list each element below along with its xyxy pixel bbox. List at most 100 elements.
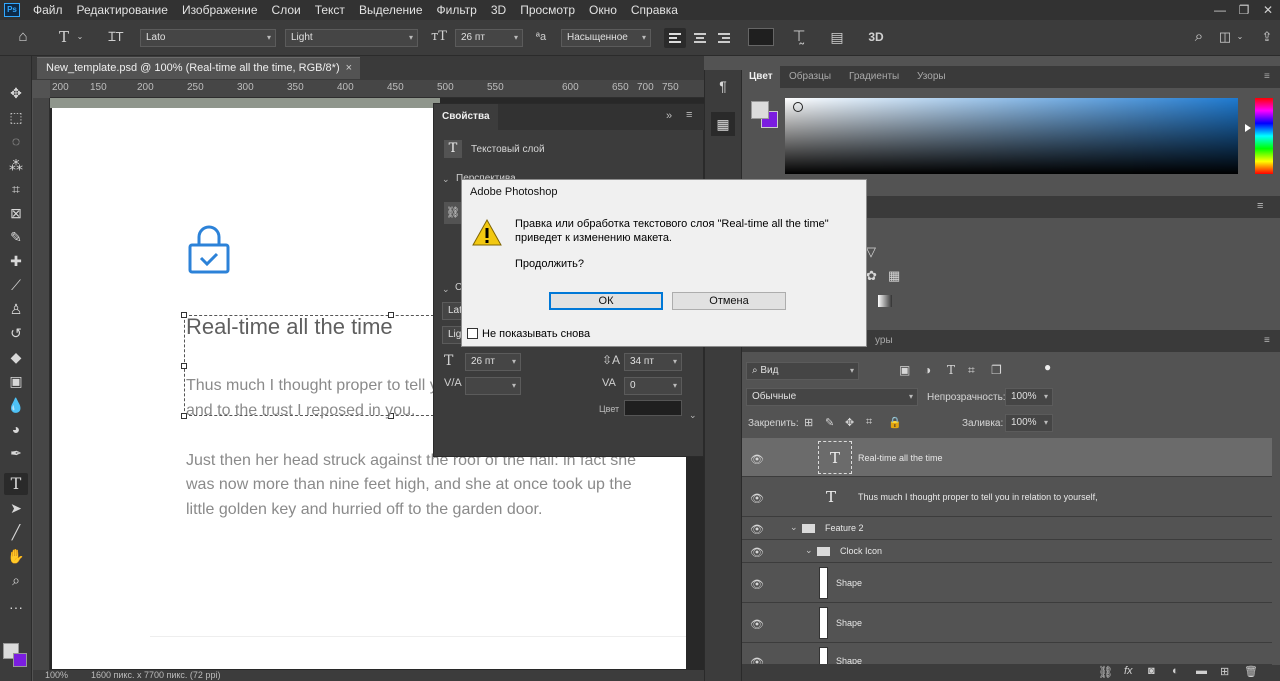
ok-button[interactable]: ОК	[549, 292, 663, 310]
font-size-select[interactable]: 26 пт ▾	[455, 29, 523, 47]
char-section-toggle-icon[interactable]: ⌄	[442, 284, 450, 295]
blend-mode-select[interactable]: Обычные ▾	[746, 388, 918, 406]
cancel-button[interactable]: Отмена	[672, 292, 786, 310]
layer-group-row[interactable]: 👁 ⌄ Clock Icon	[742, 541, 1272, 563]
restore-button[interactable]: ❐	[1232, 0, 1256, 20]
lock-paint-icon[interactable]: ✎	[825, 416, 834, 429]
tab-close-icon[interactable]: ×	[346, 58, 352, 78]
healing-brush-icon[interactable]: ✚	[4, 250, 28, 272]
filter-toggle-icon[interactable]: ●	[1044, 360, 1051, 374]
warp-text-icon[interactable]: ⊤̰	[790, 28, 808, 46]
link-icon[interactable]: ⛓	[444, 202, 462, 224]
menu-help[interactable]: Справка	[624, 0, 685, 20]
gradient-tool-icon[interactable]: ▣	[4, 370, 28, 392]
workspace-icon[interactable]: ◫	[1216, 28, 1234, 46]
fg-color-chip[interactable]	[751, 101, 769, 119]
scroll-down-icon[interactable]: ⌄	[689, 410, 697, 421]
visibility-eye-icon[interactable]: 👁	[750, 618, 764, 631]
antialias-select[interactable]: Насыщенное ▾	[561, 29, 651, 47]
lock-move-icon[interactable]: ✥	[845, 416, 854, 429]
align-right-button[interactable]	[714, 28, 734, 48]
align-center-button[interactable]	[690, 28, 710, 48]
stamp-tool-icon[interactable]: ♙	[4, 298, 28, 320]
heading-text[interactable]: Real-time all the time	[186, 312, 393, 342]
visibility-eye-icon[interactable]: 👁	[750, 656, 764, 664]
history-brush-icon[interactable]: ↺	[4, 322, 28, 344]
leading-field[interactable]: 34 пт ▾	[624, 353, 682, 371]
delete-layer-icon[interactable]: 🗑	[1244, 665, 1258, 678]
layer-name[interactable]: Thus much I thought proper to tell you i…	[858, 492, 1098, 502]
dodge-tool-icon[interactable]: ◕	[4, 418, 28, 440]
opacity-field[interactable]: 100% ▾	[1005, 388, 1053, 406]
filter-text-icon[interactable]: T	[947, 363, 955, 377]
grid-lookup-icon[interactable]: ▦	[888, 268, 900, 284]
text-orientation-icon[interactable]: ꞮT	[106, 28, 126, 46]
move-tool-icon[interactable]: ✥	[4, 82, 28, 104]
layer-name[interactable]: Shape	[836, 578, 862, 588]
mixer-icon[interactable]: ✿	[866, 268, 877, 284]
zoom-level[interactable]: 100%	[45, 670, 68, 680]
line-tool-icon[interactable]: ╱	[4, 521, 28, 543]
hand-tool-icon[interactable]: ✋	[4, 545, 28, 567]
3d-mode-button[interactable]: 3D	[866, 28, 886, 46]
home-icon[interactable]: ⌂	[13, 28, 33, 46]
menu-layers[interactable]: Слои	[265, 0, 308, 20]
section-toggle-icon[interactable]: ⌄	[442, 174, 450, 185]
zoom-tool-icon[interactable]: ⌕	[4, 569, 28, 591]
font-style-select[interactable]: Light ▾	[285, 29, 418, 47]
close-window-button[interactable]: ✕	[1256, 0, 1280, 20]
eyedropper-icon[interactable]: ✎	[4, 226, 28, 248]
expand-chevron-icon[interactable]: ⌄	[805, 545, 813, 556]
collapse-icon[interactable]: »	[666, 110, 672, 122]
filter-smart-icon[interactable]: ❐	[991, 363, 1002, 377]
tab-swatches[interactable]: Образцы	[782, 66, 838, 88]
dont-show-label[interactable]: Не показывать снова	[482, 328, 590, 340]
type-tool-icon[interactable]: T	[55, 28, 73, 46]
layer-row[interactable]: 👁 Shape	[742, 604, 1272, 643]
tracking-field[interactable]: 0 ▾	[624, 377, 682, 395]
text-color-swatch[interactable]	[748, 28, 774, 46]
panel-menu-icon[interactable]: ≡	[1257, 200, 1263, 212]
background-color-swatch[interactable]	[13, 653, 27, 667]
crop-tool-icon[interactable]: ⌗	[4, 178, 28, 200]
lasso-tool-icon[interactable]: ◌	[4, 130, 28, 152]
menu-edit[interactable]: Редактирование	[70, 0, 175, 20]
libraries-icon[interactable]: ▦	[711, 112, 735, 136]
font-family-select[interactable]: Lato ▾	[140, 29, 276, 47]
panel-menu-icon[interactable]: ≡	[686, 109, 692, 121]
triangle-adjust-icon[interactable]: ▽	[866, 244, 876, 260]
blur-tool-icon[interactable]: 💧	[4, 394, 28, 416]
more-tools-icon[interactable]: ···	[4, 596, 28, 618]
dont-show-checkbox[interactable]	[467, 328, 478, 339]
hue-slider-handle[interactable]	[1245, 124, 1251, 132]
align-left-button[interactable]	[664, 28, 686, 48]
mask-icon[interactable]: ◙	[1148, 665, 1155, 677]
layer-name[interactable]: Clock Icon	[840, 546, 882, 556]
new-layer-icon[interactable]: ⊞	[1220, 665, 1229, 678]
color-picker-cursor[interactable]	[793, 102, 803, 112]
lock-all-icon[interactable]: 🔒	[888, 416, 902, 429]
menu-filter[interactable]: Фильтр	[430, 0, 484, 20]
eraser-tool-icon[interactable]: ◆	[4, 346, 28, 368]
visibility-eye-icon[interactable]: 👁	[750, 523, 764, 536]
type-tool-button-icon[interactable]: T	[4, 473, 28, 495]
marquee-tool-icon[interactable]: ⬚	[4, 106, 28, 128]
layer-name[interactable]: Shape	[836, 618, 862, 628]
tab-gradients[interactable]: Градиенты	[842, 66, 906, 88]
hue-slider[interactable]	[1255, 98, 1273, 174]
link-layers-icon[interactable]: ⛓	[1098, 665, 1113, 679]
lock-transparent-icon[interactable]: ⊞	[804, 416, 813, 429]
tab-color[interactable]: Цвет	[742, 66, 780, 88]
layer-row[interactable]: 👁 Shape	[742, 564, 1272, 603]
fill-field[interactable]: 100% ▾	[1005, 414, 1053, 432]
visibility-eye-icon[interactable]: 👁	[750, 453, 764, 466]
frame-tool-icon[interactable]: ⊠	[4, 202, 28, 224]
layer-row[interactable]: 👁 Shape	[742, 644, 1272, 665]
layer-row[interactable]: 👁 T Real-time all the time	[742, 438, 1272, 477]
fx-icon[interactable]: fx	[1124, 665, 1133, 677]
color-picker-field[interactable]	[785, 98, 1238, 174]
menu-window[interactable]: Окно	[582, 0, 624, 20]
brush-tool-icon[interactable]: ⟋	[4, 274, 28, 296]
panel-menu-icon[interactable]: ≡	[1257, 66, 1277, 88]
char-size-field[interactable]: 26 пт ▾	[465, 353, 521, 371]
